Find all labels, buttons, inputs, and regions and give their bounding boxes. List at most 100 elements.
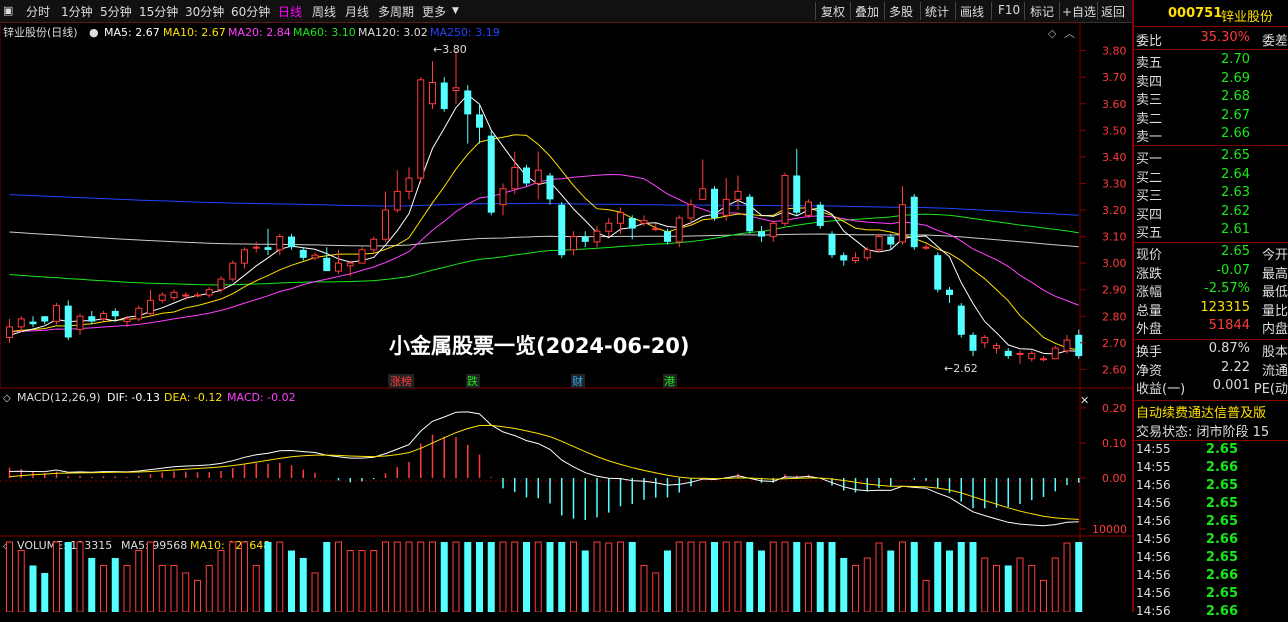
ask-level: 卖三 2.68 [1134,89,1288,108]
bid-level-label: 买三 [1136,189,1163,205]
event-tag-fall[interactable]: 跌 [467,374,478,388]
order-ratio-label: 委比 [1136,34,1163,49]
volume-bar [734,541,742,612]
candle-body [452,87,460,91]
stock-code: 000751 [1168,6,1223,21]
candle-body [570,236,577,251]
volume-bar [1075,542,1083,612]
bid-level-label: 买一 [1136,152,1163,167]
candle-body [53,305,60,323]
candle-body [734,190,742,200]
volume-bar [699,541,707,612]
add-watchlist-button[interactable]: +自选 [1062,3,1096,20]
kline-chart[interactable]: 锌业股份(日线) ● MA5: 2.67 MA10: 2.67 MA20: 2.… [0,22,1132,612]
diamond-icon[interactable]: ◇ [1048,27,1057,40]
event-tag-hk[interactable]: 港 [664,375,675,388]
volume-bar [264,542,272,612]
statistics-button[interactable]: 统计 [925,3,949,20]
event-tag-limit-up[interactable]: 涨榜 [390,374,412,388]
volume-bar [499,541,507,612]
ma250-label: MA250: 3.19 [430,26,500,39]
back-button[interactable]: 返回 [1101,3,1125,20]
candle-body [41,316,49,322]
candle-body [969,334,977,351]
quote-stat-label: 外盘 [1136,322,1163,338]
quote-stat2-right-label: 流通 [1261,363,1288,379]
period-tab-15min[interactable]: 15分钟 [139,3,178,20]
draw-line-button[interactable]: 画线 [960,3,984,20]
period-tab-5min[interactable]: 5分钟 [100,3,132,20]
candle-body [511,167,519,190]
period-tab-timeshare[interactable]: 分时 [26,3,50,20]
tick-row: 14:56 2.65 [1134,478,1288,496]
high-price-marker: ←3.80 [433,43,467,56]
event-tag-finance[interactable]: 财 [572,374,583,388]
divider [1134,400,1288,401]
chevron-up-icon[interactable]: ︿ [1064,27,1075,40]
period-tab-60min[interactable]: 60分钟 [231,3,270,20]
multi-stock-button[interactable]: 多股 [889,3,913,20]
candle-body [147,299,154,315]
volume-bar [899,541,906,612]
volume-bar [1051,557,1059,612]
volume-bar [934,542,942,612]
bid-level: 买三 2.63 [1134,185,1288,205]
price-axis-label: 3.70 [1102,71,1127,84]
period-tab-30min[interactable]: 30分钟 [185,3,224,20]
volume-bar [523,542,530,612]
period-tab-more[interactable]: 更多 [422,3,446,20]
candle-body [88,316,96,322]
tick-row: 14:55 2.66 [1134,460,1288,478]
candle-body [499,188,507,206]
quote-stat-right-label: 量比 [1261,303,1288,319]
price-axis-label: 2.80 [1102,310,1127,323]
divider [1134,339,1288,340]
quote-stat2-value: 0.87% [1208,341,1250,356]
candle-body [781,174,789,224]
candle-body [323,257,331,272]
adjust-button[interactable]: 复权 [821,3,845,20]
ma120-label: MA120: 3.02 [358,26,428,39]
period-tab-monthly[interactable]: 月线 [345,3,369,20]
volume-bar [781,541,789,612]
volume-bar [1040,579,1047,612]
candle-body [687,204,695,219]
volume-bar [805,542,812,612]
tick-time: 14:56 [1136,496,1171,510]
candle-body [957,305,965,335]
ask-level: 卖四 2.69 [1134,71,1288,90]
candle-body [6,326,13,338]
order-diff-label: 委差 [1261,34,1288,49]
quote-panel: 000751 锌业股份 委比 35.30% 委差 卖五 2.70 卖四 2.69 卖三 2… [1132,0,1288,619]
candle-body [758,231,765,237]
candle-body [1063,339,1071,352]
quote-stat2-right-label: PE(动 [1253,382,1288,398]
ask-level: 卖五 2.70 [1134,52,1288,71]
volume-bar [687,541,695,612]
volume-bar [981,557,989,612]
candle-body [711,188,718,218]
macd-collapse-icon[interactable]: ◇ [3,393,11,404]
order-ratio-row: 委比 35.30% 委差 [1134,30,1288,49]
candle-body [593,230,601,243]
macd-dif-label: DIF: -0.13 [107,391,160,404]
mark-button[interactable]: 标记 [1030,3,1054,20]
toolbar-menu-icon[interactable]: ▣ [3,4,13,17]
period-tab-1min[interactable]: 1分钟 [61,3,93,20]
quote-stat2: 换手 0.87% 股本 [1134,341,1288,360]
tick-row: 14:56 2.65 [1134,514,1288,532]
more-dropdown-icon[interactable]: ▼ [452,6,459,16]
price-axis-label: 3.30 [1102,177,1127,190]
period-tab-multi[interactable]: 多周期 [378,3,414,20]
quote-stat2-right-label: 股本 [1261,345,1288,360]
volume-bar [217,549,225,612]
candle-body [922,246,930,249]
f10-button[interactable]: F10 [998,3,1020,17]
renewal-notice[interactable]: 自动续费通达信普及版 [1136,402,1266,421]
period-tab-daily[interactable]: 日线 [278,3,302,20]
volume-bar [405,541,413,612]
candle-body [1016,352,1024,355]
macd-close-icon[interactable]: ✕ [1080,394,1089,407]
period-tab-weekly[interactable]: 周线 [312,3,336,20]
overlay-button[interactable]: 叠加 [855,3,879,20]
